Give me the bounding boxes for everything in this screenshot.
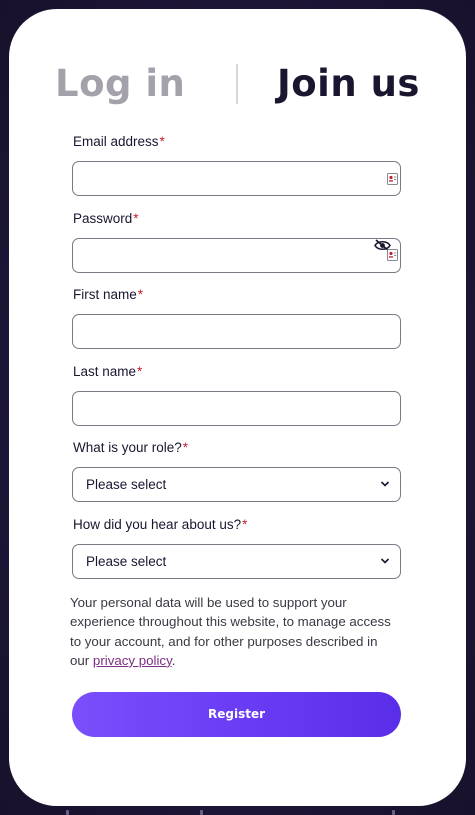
source-select[interactable]: Please select xyxy=(72,544,401,579)
contact-card-icon[interactable] xyxy=(387,249,398,261)
required-mark: * xyxy=(133,211,139,226)
register-button[interactable]: Register xyxy=(72,692,401,737)
first-name-label-text: First name xyxy=(73,287,137,302)
background-dot xyxy=(392,810,395,815)
privacy-policy-link[interactable]: privacy policy xyxy=(93,653,172,668)
role-selected-value: Please select xyxy=(86,477,167,492)
first-name-input[interactable] xyxy=(72,314,401,349)
required-mark: * xyxy=(159,134,165,149)
required-mark: * xyxy=(242,517,248,532)
role-select[interactable]: Please select xyxy=(72,467,401,502)
tab-divider xyxy=(236,64,238,104)
email-label-text: Email address xyxy=(73,134,159,149)
password-label: Password* xyxy=(73,211,139,227)
email-input[interactable] xyxy=(72,161,401,196)
first-name-label: First name* xyxy=(73,287,143,303)
register-card: Log in Join us Email address* Password* … xyxy=(9,9,466,806)
role-label: What is your role?* xyxy=(73,440,188,456)
source-label-text: How did you hear about us? xyxy=(73,517,242,532)
email-label: Email address* xyxy=(73,134,165,150)
privacy-notice: Your personal data will be used to suppo… xyxy=(70,593,400,670)
background-dot xyxy=(66,810,69,815)
last-name-label-text: Last name xyxy=(73,364,137,379)
privacy-notice-trailing: . xyxy=(171,652,176,668)
required-mark: * xyxy=(182,440,189,455)
chevron-down-icon xyxy=(380,481,390,487)
role-label-text: What is your role? xyxy=(73,440,182,455)
last-name-label: Last name* xyxy=(73,364,142,380)
auth-tabs: Log in Join us xyxy=(9,57,466,113)
source-selected-value: Please select xyxy=(86,554,167,569)
password-label-text: Password xyxy=(73,211,133,226)
background-dot xyxy=(200,810,203,815)
required-mark: * xyxy=(137,364,143,379)
required-mark: * xyxy=(137,287,144,302)
source-label: How did you hear about us?* xyxy=(73,517,247,533)
last-name-input[interactable] xyxy=(72,391,401,426)
chevron-down-icon xyxy=(380,558,390,564)
tab-join-us[interactable]: Join us xyxy=(277,57,420,111)
contact-card-icon[interactable] xyxy=(387,173,398,185)
tab-login[interactable]: Log in xyxy=(55,57,185,111)
password-input[interactable] xyxy=(72,238,401,273)
